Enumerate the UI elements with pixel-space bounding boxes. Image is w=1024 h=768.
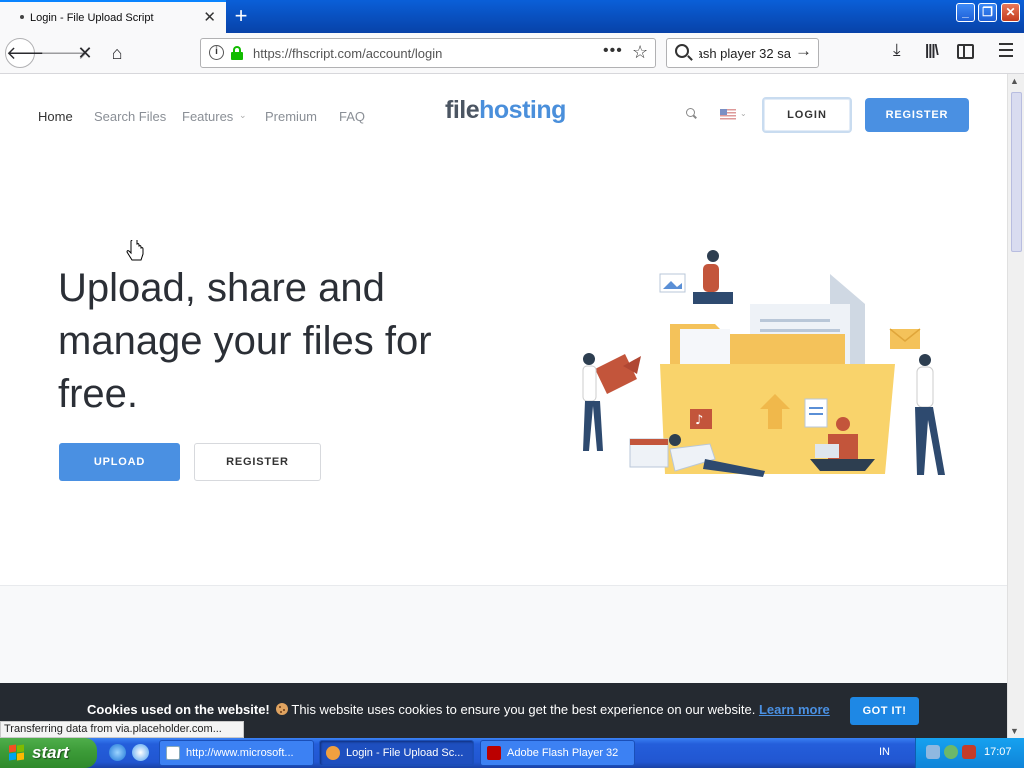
page-viewport: Home Search Files Features ⌄ Premium FAQ… [0,74,1007,738]
home-button[interactable]: ⌂ [103,39,131,67]
logo-hosting-text: hosting [479,96,566,124]
cookie-body: This website uses cookies to ensure you … [291,702,756,717]
file-sharing-illustration: ♪ [582,250,945,477]
new-tab-button[interactable]: + [230,3,252,29]
browser-quicklaunch-icon[interactable] [132,744,149,761]
internet-explorer-icon[interactable] [109,744,126,761]
svg-text:♪: ♪ [695,413,703,428]
taskbar-item-firefox[interactable]: Login - File Upload Sc... [319,740,474,766]
download-icon[interactable]: ⤓ [893,40,901,60]
library-icon[interactable]: |||\ [925,42,939,59]
taskbar-item-flash[interactable]: Adobe Flash Player 32 [480,740,635,766]
chevron-down-icon: ⌄ [239,110,247,120]
sidebar-icon[interactable] [957,44,974,59]
safely-remove-icon[interactable] [944,745,958,759]
register-button[interactable]: REGISTER [865,98,969,132]
flash-icon [487,746,501,760]
status-bar: Transferring data from via.placeholder.c… [0,721,244,738]
system-tray: 17:07 [915,738,1024,768]
cookie-heading: Cookies used on the website! [87,702,270,717]
hero-title: Upload, share and manage your files for … [58,266,432,416]
security-shield-icon[interactable] [962,745,976,759]
cookie-icon [276,703,289,715]
search-bar[interactable]: flash player 32 sa → [666,38,819,68]
hamburger-menu-icon[interactable] [999,43,1013,57]
taskbar-item-label: Adobe Flash Player 32 [507,747,619,759]
url-bar[interactable]: i https://fhscript.com/account/login •••… [200,38,656,68]
taskbar-item-label: Login - File Upload Sc... [346,747,464,759]
language-chevron-icon: ⌄ [740,109,747,118]
stop-button[interactable]: ✕ [71,39,99,67]
windows-taskbar: start http://www.microsoft... Login - Fi… [0,738,1024,768]
nav-features-link[interactable]: Features [182,109,233,124]
windows-logo-icon [9,744,26,761]
navigation-toolbar: 🡐 🡒 ✕ ⌂ i https://fhscript.com/account/l… [0,33,1024,74]
network-icon[interactable] [926,745,940,759]
logo-file-text: file [445,96,480,124]
upload-button[interactable]: UPLOAD [59,443,180,481]
taskbar-item-label: http://www.microsoft... [186,747,294,759]
start-label: start [32,743,69,762]
search-go-arrow-icon[interactable]: → [795,41,812,61]
search-input[interactable]: flash player 32 sa [699,46,791,61]
back-button[interactable]: 🡐 [5,38,54,68]
ie-window-icon [166,746,180,760]
learn-more-link[interactable]: Learn more [759,702,830,717]
login-button[interactable]: LOGIN [762,97,852,133]
close-window-button[interactable]: ✕ [1001,3,1020,22]
hero-register-button[interactable]: REGISTER [194,443,321,481]
taskbar-item-ie[interactable]: http://www.microsoft... [159,740,314,766]
us-flag-icon[interactable] [720,109,736,120]
cookie-message: Cookies used on the website! This websit… [87,702,830,717]
nav-search-files-link[interactable]: Search Files [94,109,166,124]
nav-home-link[interactable]: Home [38,109,73,124]
url-text[interactable]: https://fhscript.com/account/login [253,46,442,61]
vertical-scrollbar[interactable]: ▲ ▼ [1007,74,1024,738]
start-button[interactable]: start [0,738,97,768]
lock-icon[interactable] [231,46,243,60]
forward-button[interactable]: 🡒 [40,39,88,67]
site-search-icon[interactable] [686,108,695,117]
tab-active[interactable]: Login - File Upload Script ✕ [0,0,226,33]
scroll-down-arrow-icon[interactable]: ▼ [1010,726,1019,736]
bookmark-star-icon[interactable]: ☆ [632,42,648,63]
maximize-button[interactable]: ❐ [978,3,997,22]
nav-faq-link[interactable]: FAQ [339,109,365,124]
scrollbar-thumb[interactable] [1011,92,1022,252]
search-icon [675,44,689,58]
tab-title: Login - File Upload Script [30,11,154,24]
close-tab-icon[interactable]: ✕ [203,8,216,26]
clock: 17:07 [984,746,1012,758]
tab-strip: Login - File Upload Script ✕ + _ ❐ ✕ [0,0,1024,33]
got-it-button[interactable]: GOT IT! [850,697,919,725]
site-logo[interactable]: filehosting [445,96,566,125]
language-indicator[interactable]: IN [879,746,890,758]
loading-indicator [20,15,24,19]
scroll-up-arrow-icon[interactable]: ▲ [1010,76,1019,86]
page-actions-icon[interactable]: ••• [603,42,623,60]
nav-premium-link[interactable]: Premium [265,109,317,124]
minimize-button[interactable]: _ [956,3,975,22]
hand-cursor-icon [126,240,144,261]
firefox-icon [326,746,340,760]
info-icon[interactable]: i [209,45,224,60]
